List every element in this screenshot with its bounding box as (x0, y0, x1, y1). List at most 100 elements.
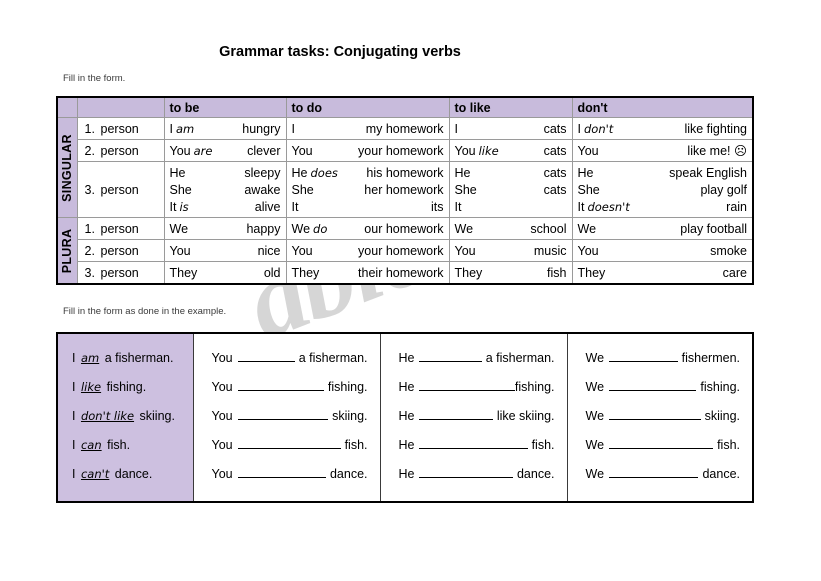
sentence-tail: your homework (358, 243, 444, 258)
answer-blank[interactable] (419, 407, 493, 420)
pronoun: We (169, 221, 189, 236)
answer-blank[interactable] (609, 378, 697, 391)
cell-to-be[interactable]: Iam hungry (163, 117, 287, 140)
cell-to-like[interactable]: You music (448, 239, 573, 262)
example-line: I am a fisherman. (70, 344, 193, 373)
blank-gap[interactable]: am (173, 122, 242, 136)
sentence-line: It is alive (170, 199, 281, 216)
fill-in-line[interactable]: He fishing. (399, 373, 555, 402)
pronoun: I (72, 467, 76, 481)
he-column[interactable]: He a fisherman. He fishing. He like skiing. He… (379, 332, 568, 503)
pronoun: They (577, 265, 606, 280)
cell-to-be[interactable]: You are clever (163, 139, 287, 162)
cell-to-be[interactable]: They old (163, 261, 287, 285)
cell-to-like[interactable]: You like cats (448, 139, 573, 162)
cell-to-like[interactable]: Icats (448, 117, 573, 140)
answer-blank[interactable] (237, 378, 324, 391)
answer-blank[interactable] (419, 349, 482, 362)
table-row: 3. person He sleepy She awake It is alive He does h… (57, 161, 754, 218)
cell-to-like[interactable]: They fish (448, 261, 573, 285)
fill-in-line[interactable]: He a fisherman. (399, 344, 555, 373)
answer-blank[interactable] (609, 465, 699, 478)
answer-blank[interactable] (609, 349, 678, 362)
sentence-tail: their homework (358, 265, 444, 280)
fill-in-line[interactable]: We fish. (586, 431, 741, 460)
fill-in-line[interactable]: You skiing. (212, 402, 368, 431)
cell-to-do[interactable]: We do our homework (285, 217, 450, 240)
cell-to-do[interactable]: You your homework (285, 139, 450, 162)
fill-in-line[interactable]: You fishing. (212, 373, 368, 402)
sentence-line: She her homework (292, 182, 444, 199)
pronoun: You (211, 409, 233, 423)
cell-to-do[interactable]: They their homework (285, 261, 450, 285)
instruction-fill-in-form: Fill in the form. (63, 73, 126, 84)
answer-blank[interactable] (609, 436, 714, 449)
fill-in-line[interactable]: You a fisherman. (212, 344, 368, 373)
fill-in-line[interactable]: We fishermen. (586, 344, 741, 373)
we-column[interactable]: We fishermen. We fishing. We skiing. We fish. We… (566, 332, 754, 503)
blank-gap[interactable]: is (176, 199, 254, 216)
sentence-line: You your homework (292, 144, 444, 158)
sentence-tail: its (431, 199, 444, 214)
sentence-tail: awake (244, 182, 281, 197)
cell-to-like[interactable]: He cats She cats It (448, 161, 573, 218)
fill-in-line[interactable]: He dance. (399, 460, 555, 489)
answer-blank[interactable] (237, 349, 295, 362)
pronoun: He (398, 438, 415, 452)
cell-dont[interactable]: He speak English She play golf It doesn't rain (571, 161, 754, 218)
cell-dont[interactable]: We play football (571, 217, 754, 240)
cell-to-be[interactable]: He sleepy She awake It is alive (163, 161, 287, 218)
sentence-line: We do our homework (292, 222, 444, 236)
cell-to-do[interactable]: He does his homework She her homework It its (285, 161, 450, 218)
cell-dont[interactable]: You like me! ☹ (571, 139, 754, 162)
pronoun: She (577, 182, 600, 197)
cell-to-like[interactable]: We school (448, 217, 573, 240)
cell-dont[interactable]: Idon't like fighting (571, 117, 754, 140)
header-to-be: to be (163, 96, 287, 118)
person-label: 2. person (76, 239, 165, 262)
fill-in-line[interactable]: We dance. (586, 460, 741, 489)
cell-dont[interactable]: You smoke (571, 239, 754, 262)
fill-in-line[interactable]: He fish. (399, 431, 555, 460)
worksheet-page: Grammar tasks: Conjugating verbs Fill in… (0, 0, 821, 581)
cell-dont[interactable]: They care (571, 261, 754, 285)
pronoun: You (291, 243, 313, 258)
answer-blank[interactable] (237, 436, 341, 449)
answer-blank[interactable] (419, 378, 515, 391)
sentence-line: He cats (455, 165, 567, 182)
sentence-tail: your homework (358, 143, 444, 158)
sentence-line: He speak English (578, 165, 748, 182)
sentence-line: They old (170, 266, 281, 280)
fill-in-line[interactable]: We fishing. (586, 373, 741, 402)
answer-blank[interactable] (419, 436, 528, 449)
fill-in-line[interactable]: We skiing. (586, 402, 741, 431)
example-column: I am a fisherman. I like fishing. I don't … (56, 332, 194, 503)
sentence-tail: nice (257, 243, 281, 258)
sentence-tail: dance. (702, 467, 740, 481)
sentence-tail: hungry (242, 121, 281, 136)
answer-blank[interactable] (419, 465, 513, 478)
sentence-line: Iam hungry (170, 122, 281, 136)
answer-blank[interactable] (609, 407, 701, 420)
answer-blank[interactable] (237, 407, 329, 420)
cell-to-be[interactable]: We happy (163, 217, 287, 240)
sentence-line: You are clever (170, 144, 281, 158)
example-line: I can't dance. (70, 460, 193, 489)
pronoun: They (169, 265, 198, 280)
fill-in-line[interactable]: You fish. (212, 431, 368, 460)
fill-in-line[interactable]: He like skiing. (399, 402, 555, 431)
cell-to-do[interactable]: You your homework (285, 239, 450, 262)
you-column[interactable]: You a fisherman. You fishing. You skiing. You f… (192, 332, 381, 503)
answer-blank[interactable] (237, 465, 326, 478)
sentence-tail: fishermen. (681, 351, 740, 365)
pronoun: He (169, 165, 186, 180)
pronoun: We (577, 221, 597, 236)
table-row: 3. person They old They their homework They fis… (57, 261, 754, 285)
pronoun: He (398, 467, 415, 481)
cell-to-be[interactable]: You nice (163, 239, 287, 262)
sentence-line: You like cats (455, 144, 567, 158)
sentence-tail: like skiing. (496, 409, 555, 423)
cell-to-do[interactable]: Imy homework (285, 117, 450, 140)
fill-in-line[interactable]: You dance. (212, 460, 368, 489)
pronoun: They (454, 265, 483, 280)
